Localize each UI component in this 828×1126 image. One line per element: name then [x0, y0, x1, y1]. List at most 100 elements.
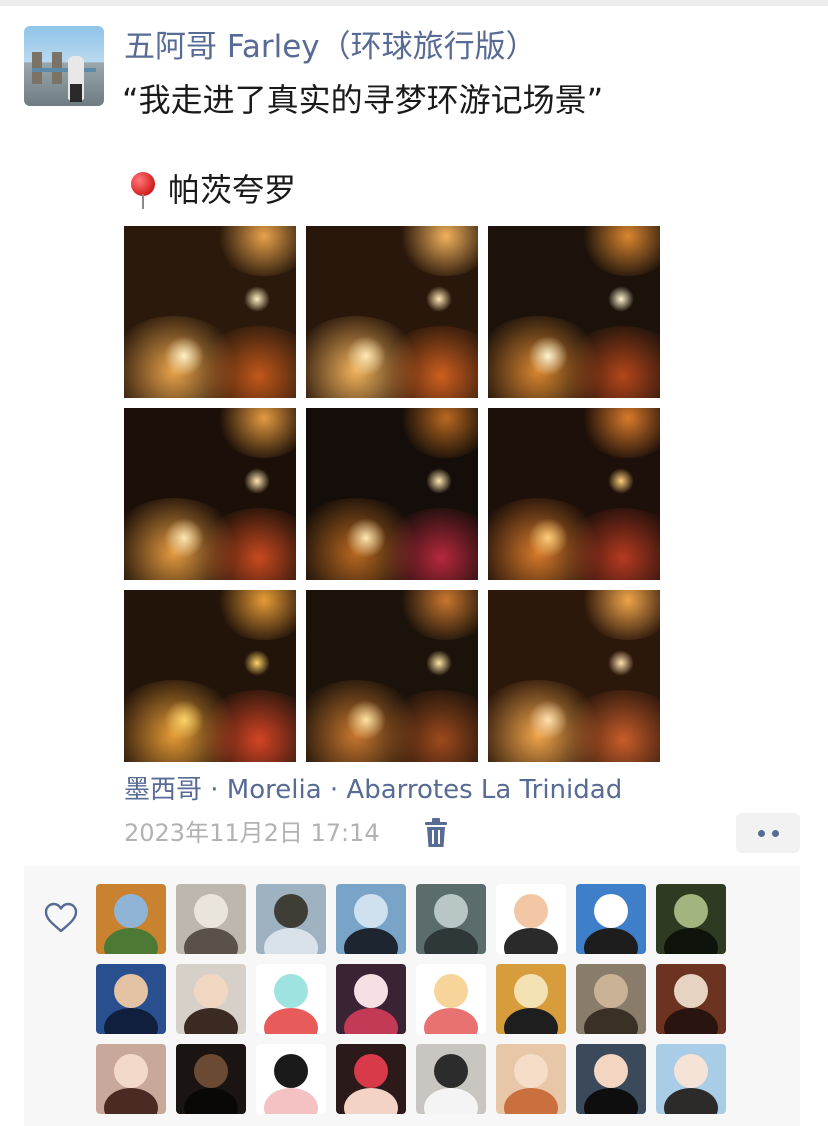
post-text: “我走进了真实的寻梦环游记场景” — [122, 81, 604, 119]
photo-candle-glow — [608, 650, 634, 676]
liker-avatar-shape — [584, 1008, 638, 1034]
photo-candle-glow — [578, 226, 660, 276]
liker-avatar-shape — [514, 974, 548, 1008]
liker-avatar[interactable] — [176, 964, 246, 1034]
location-tag-line: 帕茨夸罗 — [128, 168, 296, 212]
liker-avatar-shape — [354, 974, 388, 1008]
liker-avatar-shape — [664, 928, 718, 954]
liker-avatar-shape — [424, 928, 478, 954]
post-photo[interactable] — [306, 226, 478, 398]
liker-avatar-shape — [264, 1088, 318, 1114]
photo-candle-glow — [214, 590, 296, 640]
avatar-bridge — [32, 68, 96, 72]
liker-avatar[interactable] — [656, 884, 726, 954]
liker-avatar-shape — [344, 1088, 398, 1114]
post-photo[interactable] — [488, 226, 660, 398]
liker-avatar-shape — [114, 974, 148, 1008]
liker-avatar-shape — [594, 1054, 628, 1088]
liker-avatar[interactable] — [96, 964, 166, 1034]
photo-candle-glow — [578, 590, 660, 640]
liker-avatar[interactable] — [256, 884, 326, 954]
liker-avatar[interactable] — [176, 884, 246, 954]
photo-candle-glow — [426, 286, 452, 312]
photo-candle-glow — [346, 518, 386, 558]
liker-avatar[interactable] — [336, 884, 406, 954]
liker-avatar-shape — [354, 1054, 388, 1088]
photo-candle-glow — [528, 700, 568, 740]
photo-candle-glow — [244, 468, 270, 494]
round-pushpin-icon — [128, 170, 158, 210]
liker-avatar-shape — [514, 894, 548, 928]
liker-avatar-shape — [194, 1054, 228, 1088]
liker-avatar-shape — [674, 1054, 708, 1088]
liker-avatar-shape — [114, 894, 148, 928]
photo-candle-glow — [426, 468, 452, 494]
post-author-name[interactable]: 五阿哥 Farley（环球旅行版） — [124, 26, 537, 68]
location-tag-text: 帕茨夸罗 — [168, 171, 297, 209]
liker-avatar[interactable] — [576, 964, 646, 1034]
liker-avatar[interactable] — [416, 884, 486, 954]
liker-avatar-shape — [264, 1008, 318, 1034]
liker-avatar-shape — [104, 1008, 158, 1034]
photo-candle-glow — [396, 408, 478, 458]
photo-candle-glow — [608, 286, 634, 312]
photo-candle-glow — [578, 408, 660, 458]
liker-avatar-shape — [274, 1054, 308, 1088]
liker-avatar[interactable] — [256, 964, 326, 1034]
more-actions-button[interactable] — [736, 813, 800, 853]
top-separator — [0, 0, 828, 6]
photo-candle-glow — [608, 468, 634, 494]
photo-candle-glow — [164, 518, 204, 558]
more-dot — [771, 829, 779, 837]
liker-avatar-shape — [664, 1008, 718, 1034]
photo-candle-glow — [244, 650, 270, 676]
liker-avatar-shape — [184, 1008, 238, 1034]
user-avatar[interactable] — [24, 26, 104, 106]
avatar-person-legs — [70, 84, 82, 102]
post-photo[interactable] — [488, 590, 660, 762]
post-photo[interactable] — [124, 590, 296, 762]
post-photo[interactable] — [124, 408, 296, 580]
photo-candle-glow — [426, 650, 452, 676]
liker-avatar-shape — [274, 894, 308, 928]
liker-avatar-shape — [184, 1088, 238, 1114]
photo-candle-glow — [528, 518, 568, 558]
liker-avatar[interactable] — [416, 964, 486, 1034]
photo-candle-glow — [164, 336, 204, 376]
photo-grid — [124, 226, 660, 762]
liker-avatar-shape — [434, 1054, 468, 1088]
post-timestamp: 2023年11月2日 17:14 — [124, 819, 380, 847]
more-dot — [757, 829, 765, 837]
liker-avatar[interactable] — [576, 884, 646, 954]
post-photo[interactable] — [124, 226, 296, 398]
photo-candle-glow — [214, 226, 296, 276]
liker-avatar[interactable] — [96, 884, 166, 954]
liker-avatar-shape — [594, 974, 628, 1008]
post-location-link[interactable]: 墨西哥 · Morelia · Abarrotes La Trinidad — [124, 770, 622, 810]
trash-icon[interactable] — [424, 818, 448, 848]
liker-avatar-shape — [584, 928, 638, 954]
liker-avatar[interactable] — [496, 884, 566, 954]
liker-avatar-shape — [104, 1088, 158, 1114]
liker-avatar[interactable] — [336, 964, 406, 1034]
liker-avatar-shape — [344, 1008, 398, 1034]
liker-avatar[interactable] — [656, 964, 726, 1034]
liker-avatar-shape — [514, 1054, 548, 1088]
heart-outline-icon — [44, 902, 78, 933]
liker-avatar-shape — [344, 928, 398, 954]
photo-candle-glow — [396, 226, 478, 276]
post-photo[interactable] — [306, 590, 478, 762]
liker-avatar-shape — [354, 894, 388, 928]
liker-avatar-shape — [664, 1088, 718, 1114]
liker-avatar[interactable] — [496, 964, 566, 1034]
photo-candle-glow — [346, 700, 386, 740]
post-photo[interactable] — [488, 408, 660, 580]
photo-candle-glow — [346, 336, 386, 376]
photo-candle-glow — [214, 408, 296, 458]
liker-avatar-shape — [504, 928, 558, 954]
photo-candle-glow — [244, 286, 270, 312]
liker-avatar-shape — [264, 928, 318, 954]
liker-avatar-shape — [274, 974, 308, 1008]
post-photo[interactable] — [306, 408, 478, 580]
liker-avatar-shape — [184, 928, 238, 954]
